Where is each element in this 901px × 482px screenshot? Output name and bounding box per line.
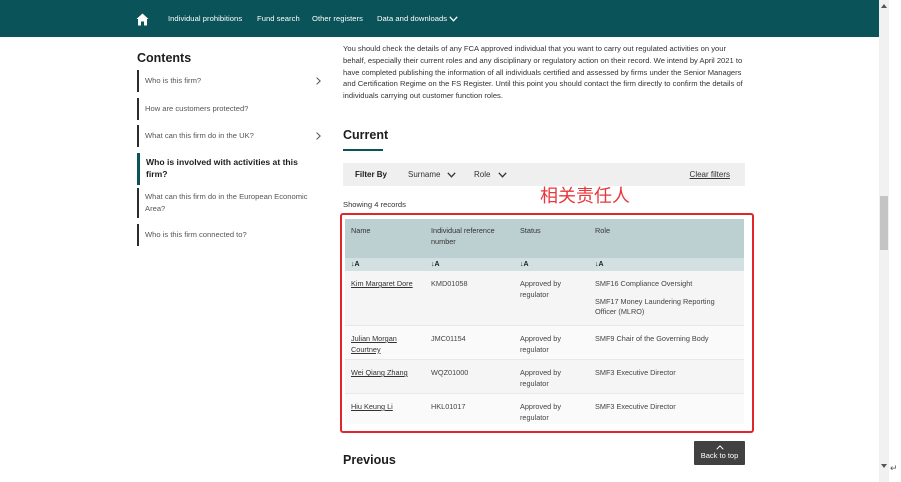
role-line: SMF16 Compliance Oversight — [595, 279, 693, 288]
sort-role-button[interactable]: ↓A — [595, 261, 604, 268]
filter-surname-dropdown[interactable]: Surname — [408, 170, 440, 179]
clear-filters-link[interactable]: Clear filters — [690, 170, 730, 179]
role-line: SMF3 Executive Director — [595, 402, 676, 411]
individual-role: SMF9 Chair of the Governing Body — [595, 334, 735, 352]
individual-name-link[interactable]: Hiu Keung Li — [351, 402, 423, 413]
column-header-status: Status — [520, 226, 541, 235]
role-line: SMF17 Money Laundering Reporting Officer… — [595, 296, 715, 317]
individual-reference: HKL01017 — [431, 402, 466, 411]
home-icon[interactable] — [136, 13, 149, 26]
column-header-role: Role — [595, 226, 611, 235]
sort-reference-button[interactable]: ↓A — [431, 261, 440, 268]
filter-role-dropdown[interactable]: Role — [474, 170, 490, 179]
nav-link-other-registers[interactable]: Other registers — [312, 14, 363, 23]
chevron-down-icon[interactable] — [498, 172, 507, 178]
sort-row: ↓A ↓A ↓A ↓A — [345, 258, 744, 271]
intro-paragraph: You should check the details of any FCA … — [343, 44, 743, 101]
sidebar-item-uk-activities[interactable]: What can this firm do in the UK? — [137, 125, 322, 147]
sidebar-item-customer-protection[interactable]: How are customers protected? — [137, 98, 322, 120]
table-row: Kim Margaret Dore KMD01058 Approved by r… — [345, 271, 744, 326]
individual-status: Approved by regulator — [520, 402, 561, 422]
chevron-right-icon[interactable] — [316, 132, 321, 140]
record-count: Showing 4 records — [343, 200, 406, 209]
sidebar-item-connections[interactable]: Who is this firm connected to? — [137, 224, 322, 246]
current-section-title: Current — [343, 128, 389, 142]
filter-by-label: Filter By — [355, 170, 388, 179]
annotation-label: 相关责任人 — [540, 186, 630, 207]
scroll-up-arrow-icon[interactable] — [881, 4, 887, 8]
chevron-down-icon[interactable] — [449, 16, 458, 22]
individual-reference: WQZ01000 — [431, 368, 469, 377]
sort-status-button[interactable]: ↓A — [520, 261, 529, 268]
section-title-underline — [343, 149, 383, 151]
back-to-top-button[interactable]: Back to top — [694, 441, 745, 465]
chevron-right-icon[interactable] — [316, 77, 321, 85]
individual-role: SMF16 Compliance Oversight SMF17 Money L… — [595, 279, 735, 325]
role-line: SMF3 Executive Director — [595, 368, 676, 377]
individual-status: Approved by regulator — [520, 279, 561, 299]
sidebar-item-who-is-this-firm[interactable]: Who is this firm? — [137, 70, 322, 92]
nav-link-data-and-downloads[interactable]: Data and downloads — [377, 14, 447, 23]
sort-name-button[interactable]: ↓A — [351, 261, 360, 268]
sidebar-item-eea-activities[interactable]: What can this firm do in the European Ec… — [137, 188, 317, 218]
back-to-top-label: Back to top — [700, 451, 739, 460]
individual-name-link[interactable]: Kim Margaret Dore — [351, 279, 423, 290]
contents-title: Contents — [137, 51, 192, 65]
table-row: Julian Morgan Courtney JMC01154 Approved… — [345, 326, 744, 360]
column-header-name: Name — [351, 226, 371, 235]
individual-status: Approved by regulator — [520, 334, 561, 354]
table-header: Name Individual reference number Status … — [345, 219, 744, 258]
nav-link-fund-search[interactable]: Fund search — [257, 14, 300, 23]
chevron-up-icon — [715, 445, 724, 450]
table-row: Hiu Keung Li HKL01017 Approved by regula… — [345, 394, 744, 424]
return-arrow-icon: ↵ — [890, 463, 898, 473]
sidebar-item-who-is-involved[interactable]: Who is involved with activities at this … — [137, 153, 317, 185]
individual-reference: KMD01058 — [431, 279, 468, 288]
top-navigation: Individual prohibitions Fund search Othe… — [0, 0, 879, 37]
individual-name-link[interactable]: Wei Qiang Zhang — [351, 368, 423, 379]
column-header-reference: Individual reference number — [431, 226, 495, 246]
previous-section-title: Previous — [343, 453, 396, 467]
individual-role: SMF3 Executive Director — [595, 402, 735, 420]
scrollbar-thumb[interactable] — [880, 196, 888, 250]
individual-name-link[interactable]: Julian Morgan Courtney — [351, 334, 423, 355]
chevron-down-icon[interactable] — [447, 172, 456, 178]
nav-link-individual-prohibitions[interactable]: Individual prohibitions — [168, 14, 242, 23]
role-line: SMF9 Chair of the Governing Body — [595, 334, 709, 343]
table-row: Wei Qiang Zhang WQZ01000 Approved by reg… — [345, 360, 744, 394]
individual-role: SMF3 Executive Director — [595, 368, 735, 386]
scroll-down-arrow-icon[interactable] — [881, 464, 887, 468]
individual-reference: JMC01154 — [431, 334, 466, 343]
individual-status: Approved by regulator — [520, 368, 561, 388]
